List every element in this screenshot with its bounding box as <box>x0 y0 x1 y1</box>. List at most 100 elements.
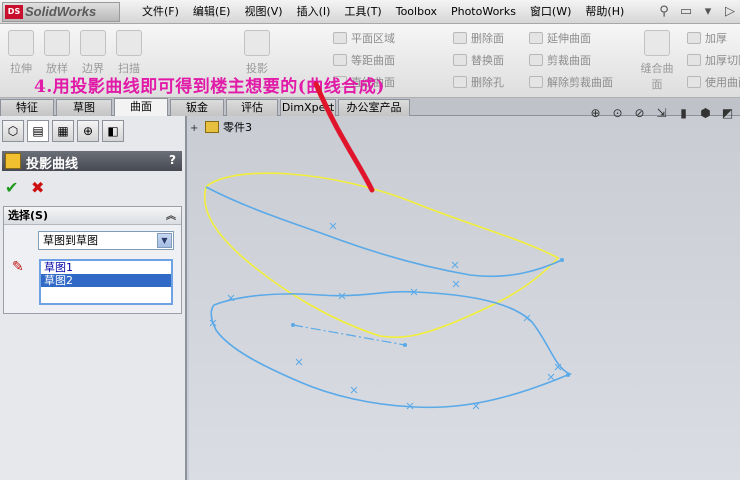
planar-surface-button[interactable]: 平面区域 <box>333 28 395 50</box>
zoom-fit-icon[interactable]: ⊕ <box>585 103 606 123</box>
display-style-icon[interactable]: ◩ <box>717 103 738 123</box>
extend-label: 延伸曲面 <box>547 32 591 45</box>
tab-evaluate[interactable]: 评估 <box>226 99 278 116</box>
property-manager-title: 投影曲线 <box>26 157 79 172</box>
part-icon <box>205 121 219 133</box>
app-logo[interactable]: DS SolidWorks <box>2 2 120 22</box>
offset-icon <box>333 54 347 66</box>
app-name: SolidWorks <box>25 4 97 19</box>
flyout-feature-tree[interactable]: + 零件3 <box>190 119 252 135</box>
delete-hole-button[interactable]: 删除孔 <box>453 72 504 94</box>
selections-group-title: 选择(S) <box>8 209 48 222</box>
help-icon[interactable]: ? <box>169 153 176 167</box>
untrim-icon <box>529 76 543 88</box>
check-icon[interactable]: ✔ <box>5 178 18 197</box>
menu-insert[interactable]: 插入(I) <box>290 0 338 24</box>
close-icon[interactable]: ✖ <box>31 178 44 197</box>
tab-office-products[interactable]: 办公室产品 <box>338 99 410 116</box>
planar-icon <box>333 32 347 44</box>
thicken-button[interactable]: 加厚 <box>687 28 740 50</box>
menu-tools[interactable]: 工具(T) <box>337 0 388 24</box>
menu-toolbox[interactable]: Toolbox <box>389 0 444 24</box>
zoom-previous-icon[interactable]: ⊘ <box>629 103 650 123</box>
projection-type-value: 草图到草图 <box>43 234 98 247</box>
thicken-label: 加厚 <box>705 32 727 45</box>
untrim-label: 解除剪裁曲面 <box>547 76 613 89</box>
ribbon-group-extend: 延伸曲面 剪裁曲面 解除剪裁曲面 <box>529 28 613 94</box>
dropdown-arrow-icon[interactable]: ▾ <box>698 1 718 21</box>
projection-type-select[interactable]: 草图到草图 ▼ <box>38 231 174 250</box>
sweep-icon <box>116 30 142 56</box>
tab-sketch[interactable]: 草图 <box>56 99 112 116</box>
knit-label: 缝合曲面 <box>640 62 674 91</box>
knit-surface-button[interactable]: 缝合曲面 <box>637 28 677 92</box>
thicken-cut-icon <box>687 54 701 66</box>
replace-face-button[interactable]: 替换面 <box>453 50 504 72</box>
menu-window[interactable]: 窗口(W) <box>523 0 578 24</box>
pencil-icon: ✎ <box>12 259 24 275</box>
use-surface-label: 使用曲面 <box>705 76 740 89</box>
extrude-icon <box>8 30 34 56</box>
extrude-label: 拉伸 <box>10 62 32 75</box>
menu-bar: 文件(F) 编辑(E) 视图(V) 插入(I) 工具(T) Toolbox Ph… <box>135 0 631 24</box>
dimxpert-manager-icon[interactable]: ⊕ <box>77 120 99 142</box>
tab-surfaces[interactable]: 曲面 <box>114 98 168 116</box>
display-manager-icon[interactable]: ◧ <box>102 120 124 142</box>
extrude-surface-button[interactable]: 拉伸 <box>4 28 38 92</box>
hide-show-icon[interactable]: ▮ <box>673 103 694 123</box>
thicken-icon <box>687 32 701 44</box>
offset-surface-button[interactable]: 等距曲面 <box>333 50 395 72</box>
configuration-manager-icon[interactable]: ▦ <box>52 120 74 142</box>
property-manager-header: 投影曲线 ? <box>2 151 182 172</box>
command-manager: 拉伸 放样 边界 扫描 投影 平面区域 等距曲面 直纹曲面 删除面 替换面 删除… <box>0 24 740 98</box>
view-orientation-icon[interactable]: ⬢ <box>695 103 716 123</box>
new-document-icon[interactable]: ▭ <box>676 1 696 21</box>
feature-manager-icon[interactable]: ⬡ <box>2 120 24 142</box>
delete-hole-icon <box>453 76 467 88</box>
use-surface-icon <box>687 76 701 88</box>
tutorial-annotation: 4.用投影曲线即可得到楼主想要的(曲线合成) <box>34 77 385 97</box>
selections-group-header[interactable]: 选择(S) ︽ <box>4 207 181 225</box>
trim-surface-button[interactable]: 剪裁曲面 <box>529 50 613 72</box>
pin-icon[interactable]: ⚲ <box>654 1 674 21</box>
use-surface-button[interactable]: 使用曲面 <box>687 72 740 94</box>
section-view-icon[interactable]: ⇲ <box>651 103 672 123</box>
delete-face-button[interactable]: 删除面 <box>453 28 504 50</box>
chevron-down-icon[interactable]: ▼ <box>157 233 172 248</box>
selections-group: 选择(S) ︽ 草图到草图 ▼ ✎ 草图1 草图2 <box>3 206 182 314</box>
menu-edit[interactable]: 编辑(E) <box>186 0 238 24</box>
tab-dimxpert[interactable]: DimXpert <box>280 99 336 116</box>
offset-label: 等距曲面 <box>351 54 395 67</box>
heads-up-view-toolbar: ⊕ ⊙ ⊘ ⇲ ▮ ⬢ ◩ <box>585 103 738 123</box>
extend-surface-button[interactable]: 延伸曲面 <box>529 28 613 50</box>
extend-icon <box>529 32 543 44</box>
chevron-up-icon[interactable]: ︽ <box>166 208 176 226</box>
untrim-surface-button[interactable]: 解除剪裁曲面 <box>529 72 613 94</box>
graphics-area[interactable] <box>189 116 740 480</box>
thicken-cut-button[interactable]: 加厚切除 <box>687 50 740 72</box>
replace-face-label: 替换面 <box>471 54 504 67</box>
tab-features[interactable]: 特征 <box>0 99 54 116</box>
open-icon[interactable]: ▷ <box>720 1 740 21</box>
planar-label: 平面区域 <box>351 32 395 45</box>
property-manager-icon[interactable]: ▤ <box>27 120 49 142</box>
list-item[interactable]: 草图1 <box>41 261 171 274</box>
manager-tabs: ⬡ ▤ ▦ ⊕ ◧ <box>2 120 124 142</box>
sketch-selection-list[interactable]: 草图1 草图2 <box>39 259 173 305</box>
list-item[interactable]: 草图2 <box>41 274 171 287</box>
menu-file[interactable]: 文件(F) <box>135 0 186 24</box>
delete-hole-label: 删除孔 <box>471 76 504 89</box>
tab-sheet-metal[interactable]: 钣金 <box>170 99 224 116</box>
ribbon-group-thicken: 加厚 加厚切除 使用曲面 <box>687 28 740 94</box>
tree-root-label: 零件3 <box>223 121 252 134</box>
zoom-area-icon[interactable]: ⊙ <box>607 103 628 123</box>
menu-help[interactable]: 帮助(H) <box>578 0 631 24</box>
ribbon-group-delete: 删除面 替换面 删除孔 <box>453 28 504 94</box>
loft-icon <box>44 30 70 56</box>
property-manager-pane: ⬡ ▤ ▦ ⊕ ◧ 投影曲线 ? ✔ ✖ 选择(S) ︽ 草图到草图 ▼ ✎ 草… <box>0 116 187 480</box>
trim-label: 剪裁曲面 <box>547 54 591 67</box>
expand-icon[interactable]: + <box>190 123 199 134</box>
menu-view[interactable]: 视图(V) <box>237 0 289 24</box>
knit-icon <box>644 30 670 56</box>
menu-photoworks[interactable]: PhotoWorks <box>444 0 523 24</box>
